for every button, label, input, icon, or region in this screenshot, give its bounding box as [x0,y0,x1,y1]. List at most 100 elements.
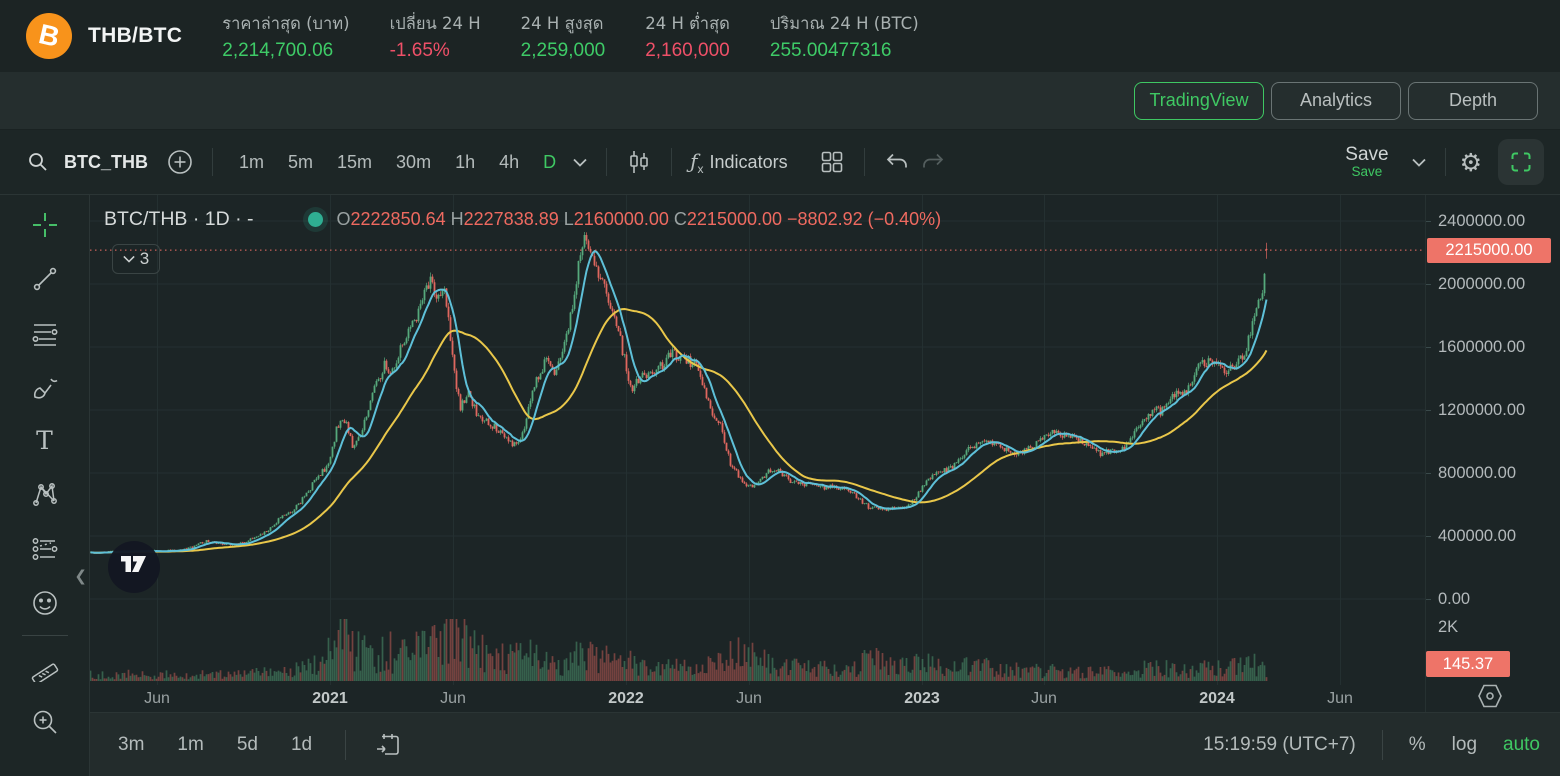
bottom-toolbar: 3m 1m 5d 1d 15:19:59 (UTC+7) % log auto [90,712,1560,776]
interval-chevron-down-icon[interactable] [568,144,592,180]
symbol-name[interactable]: BTC_THB [64,152,148,173]
scale-controls: % log auto [1382,730,1540,760]
legend-symbol-title[interactable]: BTC/THB · 1D · - [104,208,254,231]
fib-retracement-tool-icon[interactable] [31,319,59,347]
price-tick-mark [1426,473,1431,474]
stat-value: 255.00477316 [770,40,919,62]
sidebar-collapse-chevron[interactable]: ❮ [74,567,87,585]
interval-15m[interactable]: 15m [337,152,372,173]
stat-last-price: ราคาล่าสุด (บาท) 2,214,700.06 [222,11,349,62]
save-label: Save [1345,145,1388,165]
price-axis-settings-hexagon-icon[interactable] [1476,683,1504,714]
log-scale-toggle[interactable]: log [1452,734,1477,756]
trading-app: B THB/BTC ราคาล่าสุด (บาท) 2,214,700.06 … [0,0,1560,776]
emoji-tool-icon[interactable] [31,589,59,617]
indicators-collapsed-button[interactable]: 3 [112,244,160,274]
tradingview-watermark-logo [108,541,160,593]
stat-value: 2,214,700.06 [222,40,349,62]
save-button[interactable]: Save Save [1345,145,1388,179]
stat-low-24h: 24 H ต่ำสุด 2,160,000 [645,11,730,62]
chart-column: BTC/THB · 1D · - O2222850.64 H2227838.89… [90,195,1560,776]
stat-label: 24 H ต่ำสุด [645,11,730,37]
chart-style-candles-icon[interactable] [621,144,657,180]
divider [1445,148,1446,176]
time-tick-label: Jun [440,690,466,708]
time-tick-label: Jun [1327,690,1353,708]
price-tick-mark [1426,347,1431,348]
indicators-button[interactable]: ƒx Indicators [686,144,791,180]
divider [671,148,672,176]
fullscreen-button[interactable] [1498,139,1544,185]
price-tick-label: 2000000.00 [1438,275,1525,294]
price-tick-mark [1426,221,1431,222]
drawing-toolbar: T [0,195,90,776]
symbol-search-icon[interactable] [20,144,56,180]
tab-depth[interactable]: Depth [1408,82,1538,120]
price-axis[interactable]: 2215000.00 2K 145.37 2400000.002000000.0… [1425,195,1560,712]
status-dot [308,212,323,227]
time-tick-label: 2024 [1199,690,1235,708]
indicators-count: 3 [140,249,149,269]
layout-grid-icon[interactable] [814,144,850,180]
pattern-xabcd-tool-icon[interactable] [31,481,59,509]
last-volume-badge: 145.37 [1426,651,1510,677]
save-chevron-down-icon[interactable] [1407,144,1431,180]
legend-open-value: 2222850.64 [351,209,446,229]
legend-close-key: C [674,209,687,229]
fx-icon: ƒx [690,149,703,176]
percent-scale-toggle[interactable]: % [1409,734,1426,756]
price-tick-label: 800000.00 [1438,464,1516,483]
header-stats: ราคาล่าสุด (บาท) 2,214,700.06 เปลี่ยน 24… [222,11,918,62]
time-tick-label: Jun [1031,690,1057,708]
zoom-in-tool-icon[interactable] [31,708,59,736]
interval-5m[interactable]: 5m [288,152,313,173]
legend-high-value: 2227838.89 [464,209,559,229]
interval-4h[interactable]: 4h [499,152,519,173]
price-tick-label: 2400000.00 [1438,212,1525,231]
brush-tool-icon[interactable] [31,373,59,401]
time-tick-label: 2023 [904,690,940,708]
chart-toolbar: BTC_THB 1m 5m 15m 30m 1h 4h D ƒx Indicat… [0,130,1560,195]
range-3m[interactable]: 3m [118,734,144,756]
tab-analytics[interactable]: Analytics [1271,82,1401,120]
last-price-badge: 2215000.00 [1427,238,1551,263]
time-axis[interactable]: Jun2021Jun2022Jun2023Jun2024Jun [90,685,1425,712]
forecast-tool-icon[interactable] [31,535,59,563]
range-5d[interactable]: 5d [237,734,258,756]
go-to-date-calendar-icon[interactable] [370,727,406,763]
undo-icon[interactable] [879,144,915,180]
tab-tradingview[interactable]: TradingView [1134,82,1264,120]
interval-30m[interactable]: 30m [396,152,431,173]
time-tick-label: Jun [144,690,170,708]
divider [606,148,607,176]
divider [1382,730,1383,760]
interval-1d-active[interactable]: D [543,152,556,173]
range-1m[interactable]: 1m [177,734,203,756]
settings-gear-icon[interactable]: ⚙ [1460,148,1482,177]
measure-ruler-tool-icon[interactable] [31,654,59,682]
redo-icon[interactable] [915,144,951,180]
auto-scale-toggle[interactable]: auto [1503,734,1540,756]
price-tick-mark [1426,536,1431,537]
range-1d[interactable]: 1d [291,734,312,756]
chart-pane[interactable]: BTC/THB · 1D · - O2222850.64 H2227838.89… [90,195,1425,712]
stat-change-24h: เปลี่ยน 24 H -1.65% [390,11,481,62]
compare-add-icon[interactable] [162,144,198,180]
interval-1m[interactable]: 1m [239,152,264,173]
clock-utc-label[interactable]: 15:19:59 (UTC+7) [1203,734,1356,756]
legend-high-key: H [451,209,464,229]
header: B THB/BTC ราคาล่าสุด (บาท) 2,214,700.06 … [0,0,1560,72]
price-tick-label: 1600000.00 [1438,338,1525,357]
stat-high-24h: 24 H สูงสุด 2,259,000 [521,11,606,62]
price-chart-canvas[interactable] [90,195,1425,685]
view-tab-bar: TradingView Analytics Depth [0,72,1560,130]
divider [864,148,865,176]
trend-line-tool-icon[interactable] [31,265,59,293]
interval-1h[interactable]: 1h [455,152,475,173]
crosshair-tool-icon[interactable] [31,211,59,239]
divider [212,148,213,176]
pair-title: THB/BTC [88,24,182,48]
text-tool-icon[interactable]: T [31,427,59,455]
price-tick-label: 400000.00 [1438,527,1516,546]
time-tick-label: 2021 [312,690,348,708]
